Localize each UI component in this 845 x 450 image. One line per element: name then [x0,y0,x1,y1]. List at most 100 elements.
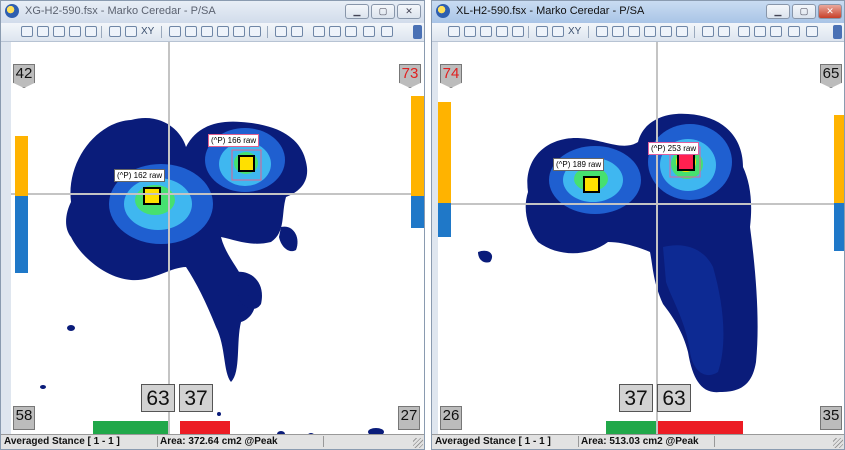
save-icon[interactable] [37,26,49,37]
grid-icon[interactable] [552,26,564,37]
chart-icon[interactable] [628,26,640,37]
xy-icon[interactable]: XY [568,26,581,37]
app-logo-icon [436,4,450,18]
corner-value-text: 65 [822,65,840,82]
toolbar-separator [694,26,695,38]
peak-label: (^P) 162 raw [114,169,166,182]
foot-icon[interactable] [291,26,303,37]
close-icon: ✕ [405,6,413,16]
resize-grip-icon[interactable] [413,438,423,448]
align-icon[interactable] [363,26,375,37]
right-load-bar [180,421,230,434]
chart-icon[interactable] [233,26,245,37]
chart-icon[interactable] [612,26,624,37]
resize-grip-icon[interactable] [833,438,843,448]
corner-value-text: 73 [401,65,419,82]
settings-icon[interactable] [85,26,97,37]
layers-icon[interactable] [329,26,341,37]
pressure-map[interactable]: (^P) 162 raw (^P) 166 raw 42 73 58 27 63… [11,42,424,437]
chart-icon[interactable] [644,26,656,37]
right-load-percent: 37 [179,384,213,412]
maximize-button[interactable]: ▢ [371,4,395,19]
vertical-axis-line [168,42,170,437]
minimize-icon: ▁ [774,6,782,16]
minimize-button[interactable]: ▁ [345,4,369,19]
chart-icon[interactable] [217,26,229,37]
corner-value-bottom-left: 58 [13,406,35,430]
foot-icon[interactable] [718,26,730,37]
right-blue-bar [834,203,844,251]
toolbar-separator [267,26,268,38]
left-blue-bar [438,203,451,237]
title-bar[interactable]: XG-H2-590.fsx - Marko Ceredar - P/SA ▁ ▢… [1,1,424,23]
align-icon[interactable] [806,26,818,37]
settings-icon[interactable] [512,26,524,37]
toolbar-separator [528,26,529,38]
horizontal-axis-line [438,203,844,205]
minimize-button[interactable]: ▁ [766,4,790,19]
pressure-heatmap [40,118,384,437]
help-icon[interactable] [109,26,121,37]
right-load-bar [658,421,743,434]
left-window: XG-H2-590.fsx - Marko Ceredar - P/SA ▁ ▢… [0,0,425,450]
open-icon[interactable] [448,26,460,37]
vertical-axis-line [656,42,658,437]
foot-icon[interactable] [275,26,287,37]
app-logo-icon [5,4,19,18]
open-icon[interactable] [21,26,33,37]
print-icon[interactable] [480,26,492,37]
chart-icon[interactable] [185,26,197,37]
left-orange-bar [438,102,451,203]
zoom-icon[interactable] [496,26,508,37]
chart-icon[interactable] [201,26,213,37]
corner-value-top-left: 74 [440,64,462,88]
horizontal-axis-line [11,193,424,195]
left-blue-bar [15,196,28,273]
corner-value-text: 42 [15,65,33,82]
layers-icon[interactable] [754,26,766,37]
layers-icon[interactable] [313,26,325,37]
toolbar-separator [101,26,102,38]
grid-icon[interactable] [125,26,137,37]
peak-label: (^P) 189 raw [553,158,605,171]
align-icon[interactable] [788,26,800,37]
print-icon[interactable] [53,26,65,37]
corner-value-top-right: 73 [399,64,421,88]
toolbar: XY [432,23,844,42]
export-icon[interactable] [345,26,357,37]
foot-icon[interactable] [702,26,714,37]
zoom-icon[interactable] [69,26,81,37]
toolbar-scroll-icon[interactable] [833,25,842,39]
peak-label: (^P) 253 raw [648,142,700,155]
corner-value-bottom-left: 26 [440,406,462,430]
right-load-percent: 63 [657,384,691,412]
close-button[interactable]: ✕ [397,4,421,19]
chart-icon[interactable] [596,26,608,37]
chart-icon[interactable] [660,26,672,37]
chart-icon[interactable] [169,26,181,37]
save-icon[interactable] [464,26,476,37]
pressure-map[interactable]: (^P) 189 raw (^P) 253 raw 74 65 26 35 37… [438,42,844,437]
toolbar-scroll-icon[interactable] [413,25,422,39]
corner-value-text: 74 [442,65,460,82]
chart-icon[interactable] [676,26,688,37]
left-orange-bar [15,136,28,196]
help-icon[interactable] [536,26,548,37]
layers-icon[interactable] [738,26,750,37]
title-bar[interactable]: XL-H2-590.fsx - Marko Ceredar - P/SA ▁ ▢… [432,1,844,23]
close-button[interactable]: ✕ [818,4,842,19]
left-load-percent: 63 [141,384,175,412]
corner-value-top-right: 65 [820,64,842,88]
chart-icon[interactable] [249,26,261,37]
minimize-icon: ▁ [353,6,361,16]
maximize-icon: ▢ [378,6,388,16]
corner-value-bottom-right: 27 [398,406,420,430]
xy-icon[interactable]: XY [141,26,154,37]
maximize-button[interactable]: ▢ [792,4,816,19]
export-icon[interactable] [770,26,782,37]
corner-value-bottom-right: 35 [820,406,842,430]
status-bar: Averaged Stance [ 1 - 1 ] Area: 513.03 c… [432,434,844,449]
status-mode: Averaged Stance [ 1 - 1 ] [432,436,579,447]
status-mode: Averaged Stance [ 1 - 1 ] [1,436,158,447]
align-icon[interactable] [381,26,393,37]
